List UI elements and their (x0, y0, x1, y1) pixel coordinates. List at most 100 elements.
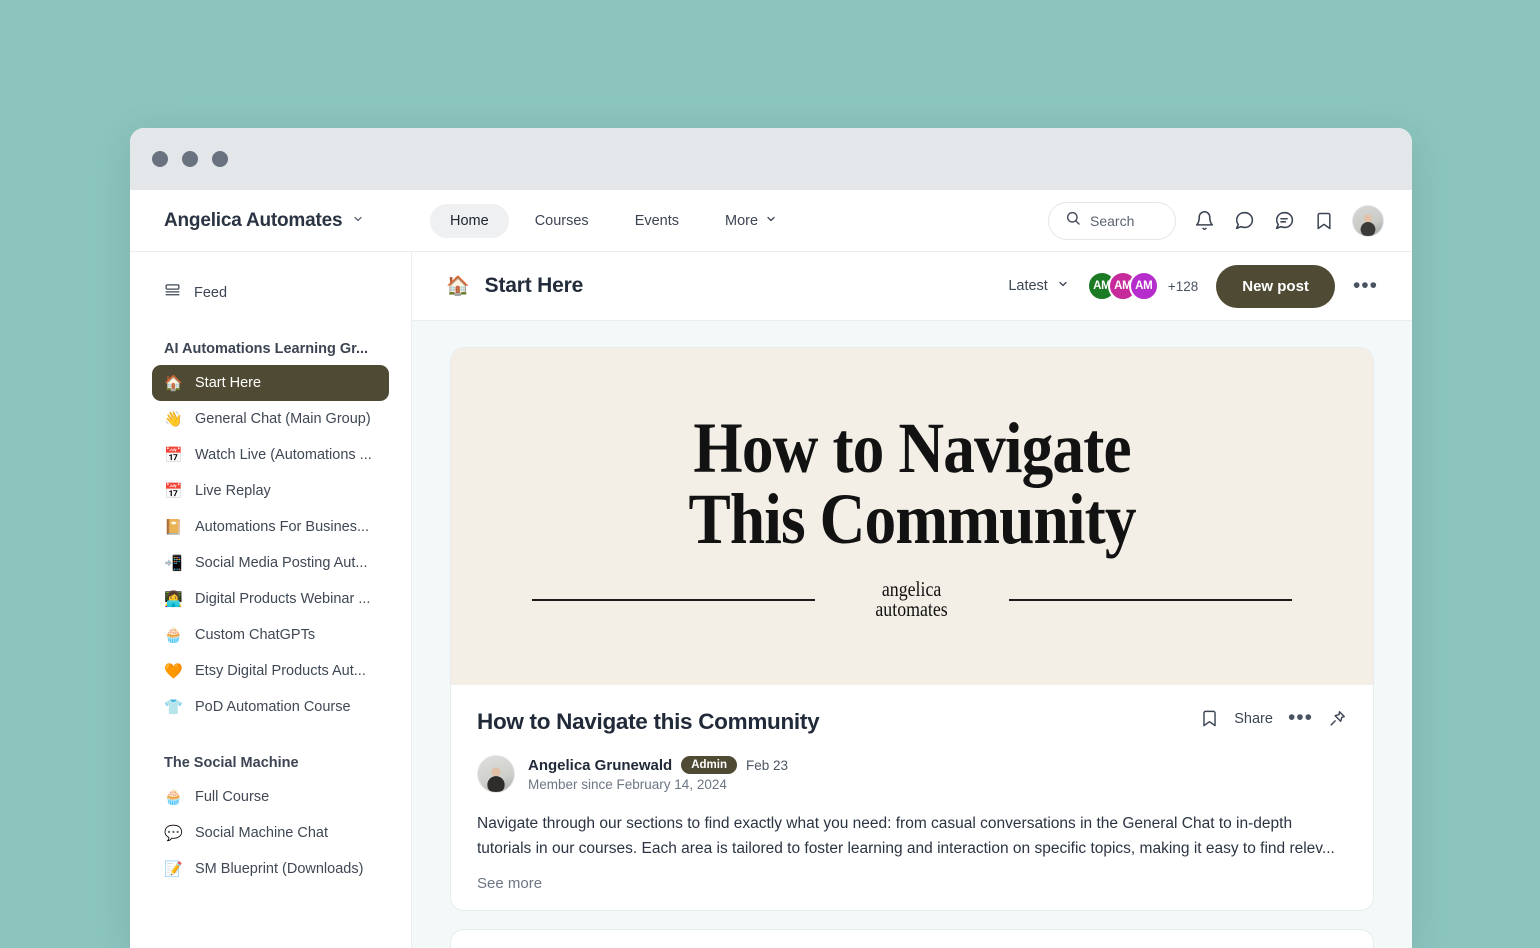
sidebar-item-automations-for-business[interactable]: 📔 Automations For Busines... (152, 509, 389, 545)
sidebar-item-social-machine-chat[interactable]: 💬 Social Machine Chat (152, 815, 389, 851)
avatar[interactable] (477, 755, 515, 793)
post-author: Angelica Grunewald Admin Feb 23 Member s… (477, 755, 1347, 793)
community-switcher[interactable]: Angelica Automates (130, 210, 412, 232)
sidebar-item-custom-chatgpts[interactable]: 🧁 Custom ChatGPTs (152, 617, 389, 653)
sidebar-item-label: Live Replay (195, 483, 271, 499)
banner-logo-row: angelica automates (532, 579, 1293, 620)
sort-selector-label: Latest (1008, 278, 1048, 294)
tab-home[interactable]: Home (430, 203, 509, 238)
avatar[interactable] (1352, 204, 1384, 237)
post-excerpt: Navigate through our sections to find ex… (477, 815, 1335, 858)
channel-header-actions: Latest AM AM AM +128 New post ••• (1008, 264, 1378, 308)
status-badge: Admin (681, 756, 737, 774)
sidebar-item-label: Etsy Digital Products Aut... (195, 663, 366, 679)
member-avatar: AM (1128, 271, 1159, 301)
post-actions: Share ••• (1200, 708, 1347, 728)
next-post-card (450, 929, 1374, 948)
browser-window: Angelica Automates Home Courses Events M… (130, 128, 1412, 948)
sidebar-item-label: Automations For Busines... (195, 519, 370, 535)
author-name[interactable]: Angelica Grunewald (528, 757, 672, 774)
author-meta: Angelica Grunewald Admin Feb 23 Member s… (528, 756, 788, 792)
sidebar-item-full-course[interactable]: 🧁 Full Course (152, 779, 389, 815)
sidebar-item-live-replay[interactable]: 📅 Live Replay (152, 473, 389, 509)
mobile-phone-arrow-icon: 📲 (164, 555, 183, 572)
orange-heart-icon: 🧡 (164, 663, 183, 680)
sidebar-item-general-chat[interactable]: 👋 General Chat (Main Group) (152, 401, 389, 437)
member-count-label: +128 (1167, 278, 1199, 294)
tab-courses-label: Courses (534, 212, 589, 229)
tab-courses[interactable]: Courses (515, 204, 609, 238)
divider-right (1008, 599, 1293, 601)
sidebar-item-label: SM Blueprint (Downloads) (195, 861, 364, 877)
sidebar-item-etsy-digital-products[interactable]: 🧡 Etsy Digital Products Aut... (152, 653, 389, 689)
member-since-label: Member since February 14, 2024 (528, 777, 727, 792)
member-avatar-group[interactable]: AM AM AM +128 (1086, 271, 1199, 301)
channel-header: 🏠 Start Here Latest AM AM AM +128 New po… (412, 252, 1412, 321)
bookmark-icon[interactable] (1200, 709, 1219, 728)
page-title: 🏠 Start Here (446, 274, 583, 298)
sidebar: Feed AI Automations Learning Gr... 🏠 Sta… (130, 252, 412, 948)
house-icon: 🏠 (446, 276, 470, 297)
sidebar-item-label: Full Course (195, 789, 270, 805)
speech-balloon-icon: 💬 (164, 825, 183, 842)
bell-icon[interactable] (1192, 209, 1216, 233)
post-more-options-icon[interactable]: ••• (1288, 708, 1313, 728)
chevron-down-icon (352, 213, 364, 228)
waving-hand-icon: 👋 (164, 411, 183, 428)
post-body: How to Navigate this Community Share ••• (451, 685, 1373, 910)
search-placeholder-label: Search (1090, 212, 1135, 229)
new-post-button[interactable]: New post (1216, 264, 1335, 308)
sidebar-feed-label: Feed (194, 284, 228, 301)
banner-heading-line1: How to Navigate (693, 408, 1131, 489)
close-window-button[interactable] (152, 151, 168, 167)
post-title: How to Navigate this Community (477, 709, 820, 734)
calendar-icon: 📅 (164, 447, 183, 464)
sidebar-group-title-2: The Social Machine (164, 755, 299, 771)
sort-selector[interactable]: Latest (1008, 278, 1069, 294)
tab-home-label: Home (450, 212, 489, 229)
sidebar-item-watch-live[interactable]: 📅 Watch Live (Automations ... (152, 437, 389, 473)
app-body: Feed AI Automations Learning Gr... 🏠 Sta… (130, 252, 1412, 948)
calendar-icon: 📅 (164, 483, 183, 500)
chevron-down-icon (765, 213, 777, 229)
chevron-down-icon (1057, 278, 1069, 294)
window-titlebar (130, 128, 1412, 190)
more-options-icon[interactable]: ••• (1353, 275, 1378, 295)
sidebar-item-social-media-posting[interactable]: 📲 Social Media Posting Aut... (152, 545, 389, 581)
see-more-button[interactable]: See more (477, 875, 1347, 892)
feed-icon (164, 282, 181, 303)
bookmark-icon[interactable] (1312, 209, 1336, 233)
top-navigation-bar: Angelica Automates Home Courses Events M… (130, 190, 1412, 252)
community-name: Angelica Automates (164, 209, 343, 231)
tab-more-label: More (725, 212, 759, 229)
sidebar-item-digital-products-webinar[interactable]: 👩‍💻 Digital Products Webinar ... (152, 581, 389, 617)
tab-events[interactable]: Events (615, 204, 699, 238)
memo-icon: 📝 (164, 861, 183, 878)
sidebar-item-sm-blueprint[interactable]: 📝 SM Blueprint (Downloads) (152, 851, 389, 887)
tab-more[interactable]: More (705, 204, 797, 238)
chat-bubble-icon[interactable] (1232, 209, 1256, 233)
maximize-window-button[interactable] (212, 151, 228, 167)
notebook-icon: 📔 (164, 519, 183, 536)
brand-logo: angelica automates (876, 579, 948, 620)
minimize-window-button[interactable] (182, 151, 198, 167)
post-date: Feb 23 (745, 757, 789, 773)
message-reply-icon[interactable] (1272, 209, 1296, 233)
nav-right-cluster: Search (1048, 201, 1412, 240)
post-feed: How to Navigate This Community angelica … (412, 321, 1412, 948)
sidebar-item-pod-automation-course[interactable]: 👕 PoD Automation Course (152, 689, 389, 725)
search-input[interactable]: Search (1048, 201, 1176, 240)
author-line: Angelica Grunewald Admin Feb 23 (528, 756, 788, 774)
sidebar-item-label: Social Media Posting Aut... (195, 555, 368, 571)
sidebar-item-label: General Chat (Main Group) (195, 411, 371, 427)
share-button[interactable]: Share (1234, 711, 1273, 727)
pin-icon[interactable] (1328, 709, 1347, 728)
sidebar-item-start-here[interactable]: 🏠 Start Here (152, 365, 389, 401)
sidebar-item-feed[interactable]: Feed (152, 274, 389, 311)
sidebar-item-label: Custom ChatGPTs (195, 627, 316, 643)
post-card: How to Navigate This Community angelica … (450, 347, 1374, 912)
sidebar-group-title-1: AI Automations Learning Gr... (164, 341, 369, 357)
banner-heading-line2: This Community (688, 478, 1136, 559)
tshirt-icon: 👕 (164, 699, 183, 716)
sidebar-item-label: Watch Live (Automations ... (195, 447, 372, 463)
